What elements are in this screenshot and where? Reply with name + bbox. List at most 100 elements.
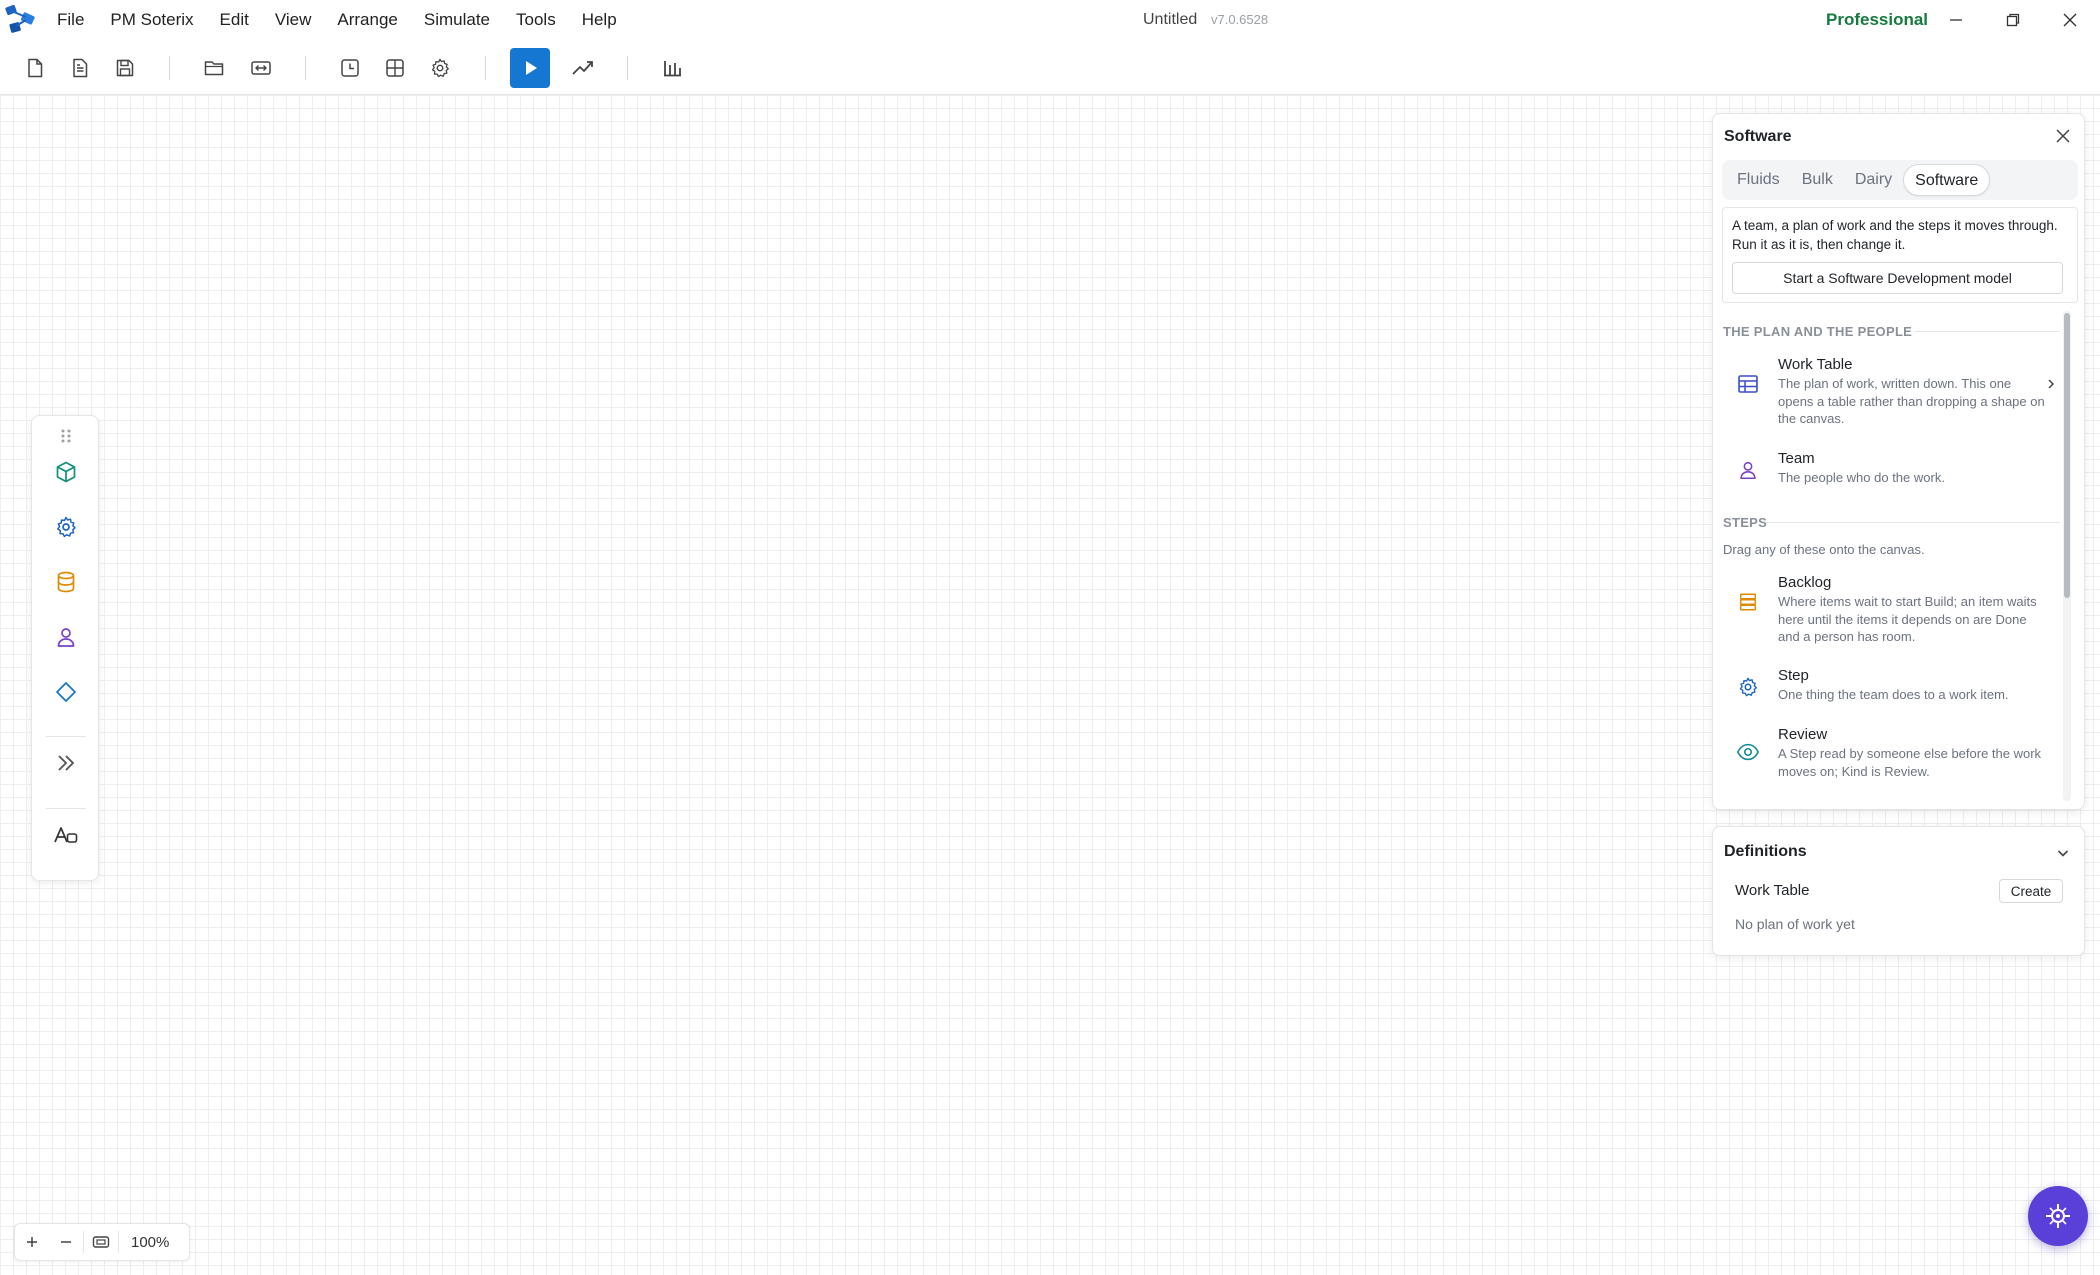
backlog-description: Where items wait to start Build; an item…	[1778, 594, 2037, 644]
library-item-review[interactable]: Review A Step read by someone else befor…	[1712, 726, 2062, 786]
trend-icon	[572, 61, 593, 75]
menu-simulate[interactable]: Simulate	[411, 0, 503, 40]
zoom-controls: 100%	[14, 1223, 190, 1261]
menu-arrange[interactable]: Arrange	[324, 0, 410, 40]
team-title: Team	[1778, 450, 1815, 467]
database-icon	[57, 571, 75, 593]
library-scrollbar[interactable]	[2063, 311, 2071, 801]
create-work-table-button[interactable]: Create	[1999, 879, 2063, 903]
run-simulation-button[interactable]	[510, 48, 550, 88]
menu-file[interactable]: File	[44, 0, 97, 40]
palette-person-button[interactable]	[46, 617, 86, 657]
edition-badge[interactable]: Professional	[1826, 0, 1928, 40]
stack-icon	[1734, 588, 1762, 616]
app-version: v7.0.6528	[1211, 12, 1269, 27]
grid-icon	[386, 59, 404, 77]
gear-icon	[1734, 673, 1762, 701]
library-title: Software	[1724, 128, 1792, 145]
library-item-backlog[interactable]: Backlog Where items wait to start Build;…	[1712, 574, 2062, 644]
new-file-button[interactable]	[17, 50, 53, 86]
steps-subtitle: Drag any of these onto the canvas.	[1723, 542, 1925, 557]
step-description: One thing the team does to a work item.	[1778, 687, 2009, 702]
menu-tools[interactable]: Tools	[503, 0, 569, 40]
title-bar: File PM Soterix Edit View Arrange Simula…	[0, 0, 2100, 40]
backlog-title: Backlog	[1778, 574, 1832, 591]
person-icon	[1734, 456, 1762, 484]
save-button[interactable]	[107, 50, 143, 86]
menu-edit[interactable]: Edit	[207, 0, 262, 40]
eye-icon	[1734, 738, 1762, 766]
definitions-title: Definitions	[1724, 843, 1807, 860]
library-item-work-table[interactable]: Work Table The plan of work, written dow…	[1712, 356, 2062, 436]
tab-dairy[interactable]: Dairy	[1844, 164, 1903, 196]
diamond-icon	[56, 682, 76, 702]
chevron-down-icon	[2057, 850, 2069, 857]
template-intro: A team, a plan of work and the steps it …	[1722, 207, 2078, 303]
definitions-panel: Definitions Work Table Create No plan of…	[1712, 826, 2085, 956]
library-item-team[interactable]: Team The people who do the work.	[1712, 450, 2062, 490]
toolbar	[0, 40, 2100, 95]
palette-gear-button[interactable]	[46, 507, 86, 547]
statistics-button[interactable]	[654, 50, 690, 86]
save-icon	[116, 59, 134, 77]
new-file-icon	[28, 58, 43, 78]
review-description: A Step read by someone else before the w…	[1778, 746, 2042, 779]
app-logo-icon	[2, 2, 40, 38]
person-icon	[57, 628, 75, 647]
team-description: The people who do the work.	[1778, 470, 1945, 485]
tab-bulk[interactable]: Bulk	[1791, 164, 1844, 196]
zoom-level[interactable]: 100%	[119, 1234, 169, 1251]
gear-icon	[57, 516, 76, 538]
palette-database-button[interactable]	[46, 562, 86, 602]
open-folder-icon	[204, 61, 224, 76]
minus-icon	[61, 1241, 71, 1243]
trend-button[interactable]	[565, 50, 601, 86]
palette-drag-handle[interactable]	[46, 422, 86, 450]
menu-pm-soterix[interactable]: PM Soterix	[97, 0, 206, 40]
review-title: Review	[1778, 726, 1828, 743]
palette-flow-button[interactable]	[46, 743, 86, 783]
section-heading-plan-people: THE PLAN AND THE PEOPLE	[1723, 324, 1913, 339]
palette-cube-button[interactable]	[46, 452, 86, 492]
drag-handle-icon	[61, 429, 71, 443]
text-icon	[54, 827, 78, 843]
close-window-button[interactable]	[2042, 0, 2098, 40]
chevrons-right-icon	[58, 755, 74, 771]
fit-to-screen-button[interactable]	[84, 1224, 118, 1260]
grid-button[interactable]	[377, 50, 413, 86]
settings-button[interactable]	[422, 50, 458, 86]
document-title: Untitled	[1143, 11, 1198, 28]
definitions-empty-state: No plan of work yet	[1735, 916, 1855, 932]
document-icon	[73, 58, 88, 78]
library-tabs: Fluids Bulk Dairy Software	[1722, 160, 2078, 200]
export-button[interactable]	[243, 50, 279, 86]
settings-icon	[431, 58, 449, 78]
zoom-out-button[interactable]	[49, 1224, 83, 1260]
bar-chart-icon	[664, 61, 681, 77]
library-item-step[interactable]: Step One thing the team does to a work i…	[1712, 667, 2062, 707]
library-close-button[interactable]	[2051, 124, 2075, 148]
restore-button[interactable]	[1985, 0, 2041, 40]
tab-fluids[interactable]: Fluids	[1726, 164, 1791, 196]
menu-bar: File PM Soterix Edit View Arrange Simula…	[44, 0, 630, 40]
definitions-collapse-button[interactable]	[2051, 841, 2075, 865]
palette-decision-button[interactable]	[46, 672, 86, 712]
table-icon	[1734, 370, 1762, 398]
minimize-button[interactable]	[1928, 0, 1984, 40]
tab-software[interactable]: Software	[1903, 164, 1991, 196]
menu-view[interactable]: View	[262, 0, 325, 40]
open-folder-button[interactable]	[196, 50, 232, 86]
zoom-in-button[interactable]	[15, 1224, 49, 1260]
palette-text-button[interactable]	[46, 815, 86, 855]
start-model-button[interactable]: Start a Software Development model	[1732, 262, 2063, 294]
close-icon	[2056, 129, 2070, 143]
chevron-right-icon	[2046, 377, 2056, 395]
assistant-button[interactable]	[2028, 1186, 2088, 1246]
document-button[interactable]	[62, 50, 98, 86]
library-scroll-thumb[interactable]	[2064, 313, 2070, 598]
menu-help[interactable]: Help	[569, 0, 630, 40]
plus-icon	[27, 1237, 37, 1247]
work-table-description: The plan of work, written down. This one…	[1778, 376, 2045, 426]
play-icon	[526, 61, 537, 75]
schedule-button[interactable]	[332, 50, 368, 86]
